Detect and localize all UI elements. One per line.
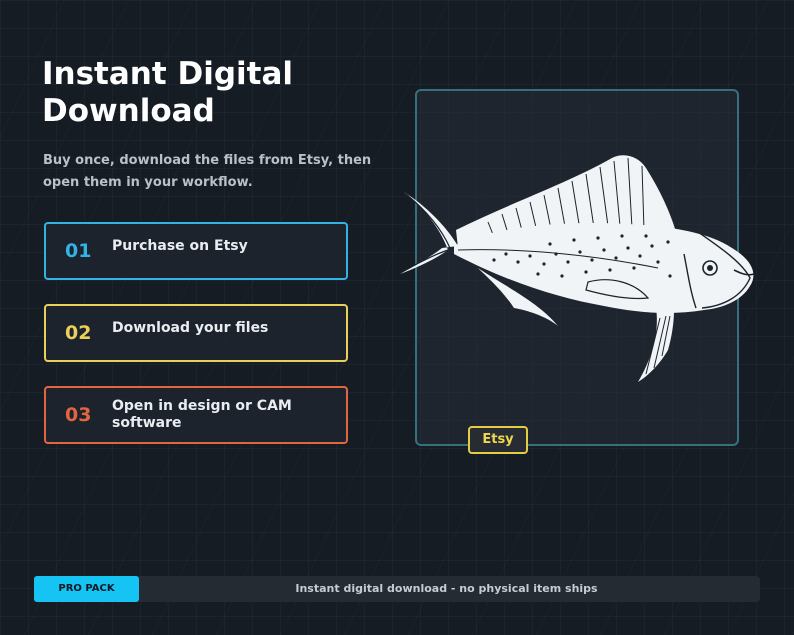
step-label: Purchase on Etsy [112, 238, 248, 254]
mahi-mahi-fish-illustration [400, 155, 755, 382]
page-subtitle: Buy once, download the files from Etsy, … [43, 153, 372, 190]
step-label: Open in design or CAM software [112, 398, 292, 431]
step-number: 03 [65, 404, 92, 426]
steps-list: 01 Purchase on Etsy 02 Download your fil… [44, 222, 348, 468]
step-label: Download your files [112, 320, 269, 336]
step-number: 02 [65, 322, 92, 344]
step-number: 01 [65, 240, 92, 262]
pro-pack-tag: PRO PACK [34, 576, 139, 602]
etsy-badge[interactable]: Etsy [468, 426, 528, 454]
footer-note: Instant digital download - no physical i… [295, 582, 598, 595]
step-card-download: 02 Download your files [44, 304, 348, 362]
page-title: Instant Digital Download [42, 56, 294, 129]
step-card-open: 03 Open in design or CAM software [44, 386, 348, 444]
step-card-purchase: 01 Purchase on Etsy [44, 222, 348, 280]
